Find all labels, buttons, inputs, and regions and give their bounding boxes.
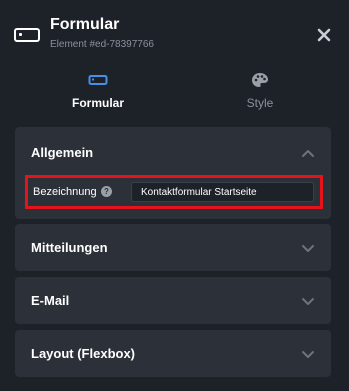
tab-formular[interactable]: Formular (28, 62, 168, 118)
help-icon[interactable]: ? (101, 186, 112, 197)
section-mitteilungen[interactable]: Mitteilungen (15, 224, 331, 271)
chevron-down-icon (302, 298, 314, 305)
chevron-up-icon (302, 150, 314, 157)
panel-header-bar: Formular Element #ed-78397766 (0, 0, 349, 62)
chevron-down-icon (302, 351, 314, 358)
bezeichnung-field-row: Bezeichnung ? (25, 175, 323, 209)
section-title: E-Mail (31, 293, 70, 308)
section-email[interactable]: E-Mail (15, 277, 331, 324)
close-icon[interactable] (315, 26, 333, 44)
tab-style[interactable]: Style (190, 62, 330, 118)
tab-label: Style (246, 96, 274, 110)
chevron-down-icon (302, 245, 314, 252)
field-label-bezeichnung: Bezeichnung (33, 186, 97, 198)
element-title: Formular (50, 16, 120, 33)
section-header-allgemein[interactable]: Allgemein (15, 127, 331, 175)
tab-label: Formular (71, 96, 124, 110)
form-icon (88, 75, 108, 85)
section-allgemein: Allgemein Bezeichnung ? (15, 127, 331, 219)
bezeichnung-input[interactable] (131, 182, 314, 202)
section-title: Allgemein (31, 145, 94, 160)
section-layout-flexbox[interactable]: Layout (Flexbox) (15, 330, 331, 377)
section-title: Mitteilungen (31, 240, 108, 255)
section-title: Layout (Flexbox) (31, 346, 136, 361)
form-element-icon (14, 28, 40, 42)
element-id: Element #ed-78397766 (50, 39, 154, 50)
palette-icon (252, 73, 268, 87)
tab-bar: Formular Style (0, 62, 349, 120)
